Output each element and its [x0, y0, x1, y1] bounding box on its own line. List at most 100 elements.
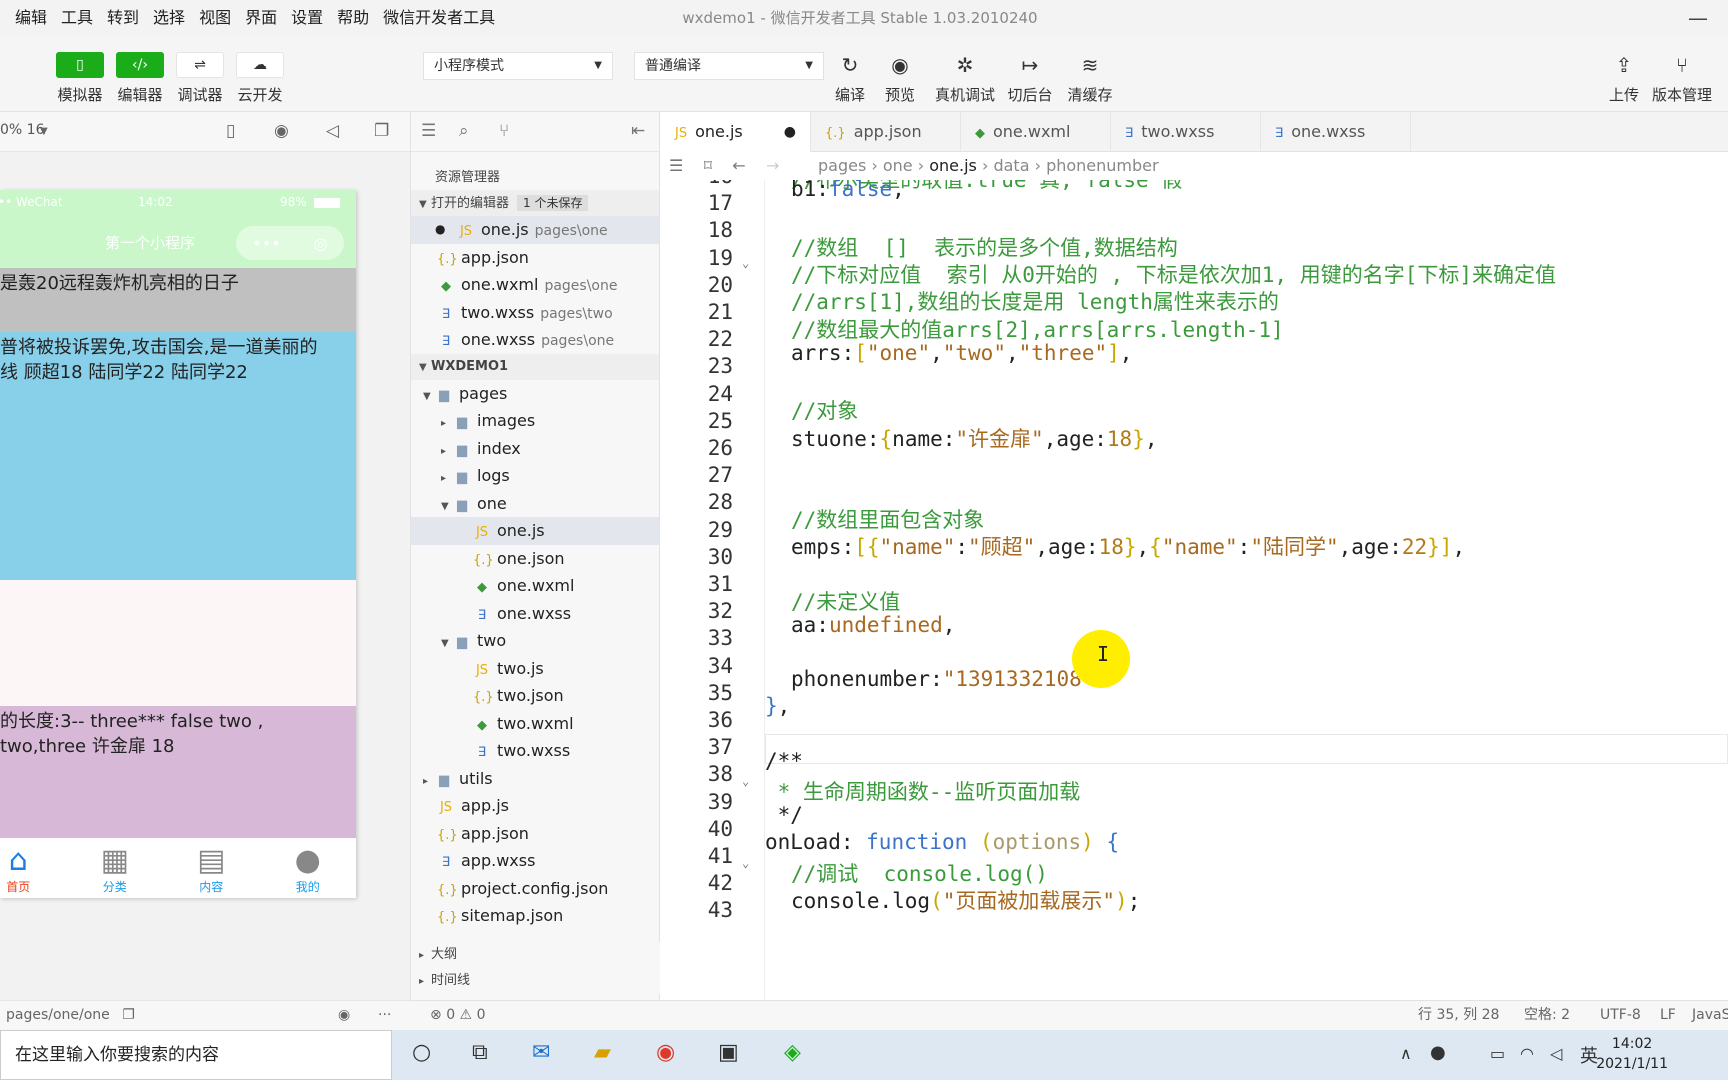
backend-button[interactable]: ↦ 切后台 — [1006, 52, 1054, 105]
record-icon[interactable]: ◉ — [274, 121, 289, 141]
tree-file[interactable]: {.} sitemap.json — [411, 902, 659, 930]
menu-item[interactable]: 界面 — [238, 0, 284, 36]
search-icon[interactable]: ⌕ — [459, 121, 469, 141]
app-icon[interactable]: ▣ — [718, 1040, 739, 1065]
menu-item[interactable]: 设置 — [284, 0, 330, 36]
wifi-icon[interactable]: ◠ — [1520, 1044, 1534, 1063]
chevron-down-icon[interactable]: ▼ — [40, 126, 48, 137]
tab-category[interactable]: ▦ 分类 — [85, 840, 145, 898]
tree-folder[interactable]: ▸ ▆ index — [411, 435, 659, 463]
menu-item[interactable]: 编辑 — [8, 0, 54, 36]
taskbar-clock[interactable]: 14:02 2021/1/11 — [1596, 1034, 1668, 1074]
branch-icon[interactable]: ⑂ — [499, 121, 509, 141]
open-editor-item[interactable]: ◆ one.wxml pages\one — [411, 271, 659, 299]
battery-icon[interactable]: ▭ — [1490, 1044, 1505, 1063]
fold-icon[interactable]: ⌄ — [742, 774, 749, 788]
phone-icon[interactable]: ▯ — [226, 121, 235, 141]
editor-tab-one-wxss[interactable]: ∃ one.wxss — [1261, 112, 1411, 152]
popout-icon[interactable]: ❐ — [374, 121, 389, 141]
more-icon[interactable]: ··· — [378, 1001, 391, 1029]
mode-select[interactable]: 小程序模式 ▼ — [423, 52, 613, 80]
tree-file[interactable]: JS one.js — [411, 517, 659, 545]
encoding[interactable]: UTF-8 — [1600, 1001, 1641, 1029]
tree-file[interactable]: ◆ two.wxml — [411, 710, 659, 738]
tree-file[interactable]: {.} one.json — [411, 545, 659, 573]
code-editor[interactable]: 16 17181920 21 22232425 26 27282930 31 32333435… — [661, 180, 1728, 1000]
fold-icon[interactable]: ⌄ — [742, 256, 749, 270]
open-editor-item[interactable]: ● JS one.js pages\one — [411, 216, 659, 244]
tree-file[interactable]: ∃ two.wxss — [411, 737, 659, 765]
menu-item[interactable]: 帮助 — [330, 0, 376, 36]
tab-home[interactable]: ⌂ 首页 — [0, 840, 48, 898]
tree-folder[interactable]: ▼ ▆ two — [411, 627, 659, 655]
breadcrumb-item[interactable]: pages — [818, 156, 866, 175]
compile-button[interactable]: ↻ 编译 — [826, 52, 874, 105]
tree-file[interactable]: {.} app.json — [411, 820, 659, 848]
editor-tab-one-js[interactable]: JS one.js ● — [661, 112, 811, 152]
open-editor-item[interactable]: ∃ two.wxss pages\two — [411, 299, 659, 327]
debugger-toggle-button[interactable]: ⇌ 调试器 — [176, 52, 224, 105]
timeline-section[interactable]: ▸ 时间线 — [411, 968, 660, 994]
capsule-button[interactable]: ••• ◎ — [236, 226, 344, 260]
menu-item[interactable]: 视图 — [192, 0, 238, 36]
wechat-devtools-icon[interactable]: ◈ — [784, 1040, 801, 1065]
menu-item[interactable]: 微信开发者工具 — [376, 0, 502, 36]
simulator-toggle-button[interactable]: ▯ 模拟器 — [56, 52, 104, 105]
tree-file[interactable]: JS two.js — [411, 655, 659, 683]
mail-icon[interactable]: ✉ — [532, 1040, 550, 1065]
upload-button[interactable]: ⇪ 上传 — [1600, 52, 1648, 105]
editor-tab-two-wxss[interactable]: ∃ two.wxss — [1111, 112, 1261, 152]
minimize-button[interactable]: — — [1688, 6, 1708, 30]
tree-folder[interactable]: ▸ ▆ utils — [411, 765, 659, 793]
open-editor-item[interactable]: {.} app.json — [411, 244, 659, 272]
volume-icon[interactable]: ◁ — [326, 121, 339, 141]
tab-content[interactable]: ▤ 内容 — [181, 840, 241, 898]
eye-icon[interactable]: ◉ — [338, 1001, 350, 1029]
tree-file[interactable]: ∃ one.wxss — [411, 600, 659, 628]
back-icon[interactable]: ← — [732, 156, 745, 175]
eol[interactable]: LF — [1660, 1001, 1676, 1029]
bookmark-icon[interactable]: ⌑ — [704, 156, 712, 175]
editor-toggle-button[interactable]: ‹/› 编辑器 — [116, 52, 164, 105]
zoom-select[interactable]: 0% 16 — [0, 122, 44, 138]
fold-icon[interactable]: ⌄ — [742, 856, 749, 870]
indent-setting[interactable]: 空格: 2 — [1524, 1001, 1570, 1029]
breadcrumb-item[interactable]: data — [993, 156, 1029, 175]
volume-icon[interactable]: ◁ — [1550, 1044, 1562, 1063]
tree-file[interactable]: ∃ app.wxss — [411, 847, 659, 875]
cloud-button[interactable]: ☁ 云开发 — [236, 52, 284, 105]
cortana-icon[interactable]: ○ — [412, 1040, 431, 1065]
tree-file[interactable]: JS app.js — [411, 792, 659, 820]
editor-tab-one-wxml[interactable]: ◆ one.wxml — [961, 112, 1111, 152]
tab-mine[interactable]: ● 我的 — [278, 840, 338, 898]
open-editors-section[interactable]: ▼ 打开的编辑器 1 个未保存 — [411, 190, 659, 216]
unsaved-dot-icon[interactable]: ● — [784, 112, 796, 152]
tree-folder[interactable]: ▸ ▆ images — [411, 407, 659, 435]
collapse-panel-icon[interactable]: ⇤ — [631, 121, 645, 141]
close-target-icon[interactable]: ◎ — [314, 234, 328, 253]
more-icon[interactable]: ••• — [252, 234, 280, 253]
mic-icon[interactable]: ● — [1430, 1042, 1446, 1063]
language-mode[interactable]: JavaS — [1692, 1001, 1728, 1029]
open-editor-item[interactable]: ∃ one.wxss pages\one — [411, 326, 659, 354]
editor-tab-app-json[interactable]: {.} app.json — [811, 112, 961, 152]
list-icon[interactable]: ☰ — [669, 156, 683, 175]
cursor-position[interactable]: 行 35, 列 28 — [1418, 1001, 1499, 1029]
clear-cache-button[interactable]: ≋ 清缓存 — [1066, 52, 1114, 105]
version-button[interactable]: ⑂ 版本管理 — [1652, 52, 1712, 105]
preview-button[interactable]: ◉ 预览 — [876, 52, 924, 105]
file-explorer-icon[interactable]: ▰ — [594, 1040, 611, 1065]
menu-item[interactable]: 选择 — [146, 0, 192, 36]
tree-folder[interactable]: ▼ ▆ pages — [411, 380, 659, 408]
taskbar-search-input[interactable]: 在这里输入你要搜索的内容 — [0, 1030, 392, 1080]
breadcrumb-item[interactable]: one.js — [929, 156, 977, 175]
tree-folder[interactable]: ▼ ▆ one — [411, 490, 659, 518]
outline-section[interactable]: ▸ 大纲 — [411, 942, 660, 968]
task-view-icon[interactable]: ⧉ — [472, 1040, 488, 1065]
tree-file[interactable]: {.} two.json — [411, 682, 659, 710]
chevron-up-icon[interactable]: ∧ — [1400, 1044, 1412, 1063]
breadcrumb-item[interactable]: one — [883, 156, 913, 175]
list-icon[interactable]: ☰ — [421, 121, 436, 141]
tree-file[interactable]: ◆ one.wxml — [411, 572, 659, 600]
copy-icon[interactable]: ❐ — [122, 1007, 135, 1023]
